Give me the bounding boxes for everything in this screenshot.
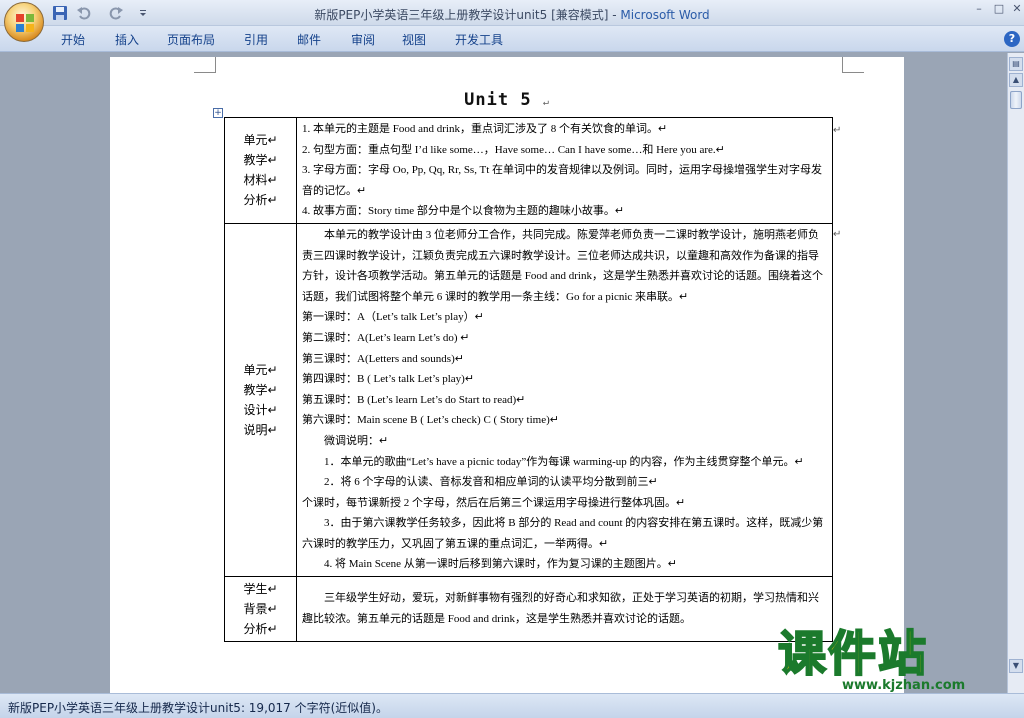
office-logo-icon [16, 14, 34, 32]
label-line: 单元↵ [243, 363, 278, 378]
content-line: 第一课时：A（Let’s talk Let’s play）↵ [302, 311, 484, 324]
crop-mark [194, 57, 216, 73]
content-line: 2．将 6 个字母的认读、音标发音和相应单词的认读平均分散到前三↵ [324, 476, 658, 489]
status-text: 新版PEP小学英语三年级上册教学设计unit5: 19,017 个字符(近似值)… [8, 701, 388, 715]
tab-home[interactable]: 开始 [61, 31, 85, 47]
row-label: 学生↵ 背景↵ 分析↵ [224, 576, 297, 643]
tab-insert[interactable]: 插入 [115, 31, 139, 47]
label-line: 分析↵ [243, 622, 278, 637]
tab-view[interactable]: 视图 [402, 31, 426, 47]
content-line: 3．由于第六课教学任务较多，因此将 B 部分的 Read and count 的… [302, 517, 824, 550]
end-of-row-mark: ↵ [833, 229, 842, 240]
scroll-thumb[interactable] [1010, 91, 1022, 109]
document-page[interactable]: Unit 5 ↵ + 单元↵ 教学↵ 材料↵ 分析↵ 1. 本单元的主题是 Fo… [110, 57, 904, 697]
vertical-scrollbar[interactable]: ▤ ▲ ▼ [1007, 53, 1024, 693]
scroll-up-icon[interactable]: ▲ [1009, 73, 1023, 87]
label-line: 单元↵ [243, 133, 278, 148]
content-line: 第三课时：A(Letters and sounds)↵ [302, 352, 464, 365]
label-line: 教学↵ [243, 153, 278, 168]
maximize-button[interactable]: □ [990, 2, 1008, 16]
close-button[interactable]: ✕ [1008, 2, 1024, 16]
office-button[interactable] [4, 2, 44, 42]
crop-mark [842, 57, 864, 73]
content-line: 第二课时：A(Let’s learn Let’s do) ↵ [302, 331, 470, 344]
content-line: 第四课时：B ( Let’s talk Let’s play)↵ [302, 373, 475, 386]
watermark-logo: 课件站 [777, 625, 929, 683]
help-icon[interactable]: ? [1004, 31, 1020, 47]
content-line: 3. 字母方面：字母 Oo, Pp, Qq, Rr, Ss, Tt 在单词中的发… [302, 164, 823, 197]
ribbon-tabs: 开始 插入 页面布局 引用 邮件 审阅 视图 开发工具 ? [0, 26, 1024, 52]
row-content[interactable]: 本单元的教学设计由 3 位老师分工合作，共同完成。陈爱萍老师负责一二课时教学设计… [296, 222, 833, 578]
status-bar: 新版PEP小学英语三年级上册教学设计unit5: 19,017 个字符(近似值)… [0, 693, 1024, 718]
heading-text: Unit 5 [464, 90, 532, 110]
end-of-row-mark: ↵ [833, 125, 842, 136]
content-line: 微调说明：↵ [324, 434, 389, 447]
app-name: Microsoft Word [620, 8, 710, 22]
document-heading: Unit 5 ↵ [110, 90, 904, 110]
label-line: 背景↵ [243, 602, 278, 617]
content-line: 1．本单元的歌曲“Let’s have a picnic today”作为每课 … [324, 455, 804, 468]
label-line: 设计↵ [243, 403, 278, 418]
title-bar: 新版PEP小学英语三年级上册教学设计unit5 [兼容模式] - Microso… [0, 0, 1024, 42]
content-line: 三年级学生好动，爱玩，对新鲜事物有强烈的好奇心和求知欲，正处于学习英语的初期，学… [302, 592, 819, 626]
label-line: 分析↵ [243, 193, 278, 208]
table-row: 学生↵ 背景↵ 分析↵ 三年级学生好动，爱玩，对新鲜事物有强烈的好奇心和求知欲，… [224, 576, 833, 643]
tab-mailings[interactable]: 邮件 [297, 31, 321, 47]
document-workspace: Unit 5 ↵ + 单元↵ 教学↵ 材料↵ 分析↵ 1. 本单元的主题是 Fo… [0, 53, 1007, 697]
table-move-handle[interactable]: + [213, 108, 223, 118]
content-line: 4. 将 Main Scene 从第一课时后移到第六课时，作为复习课的主题图片。… [324, 558, 677, 571]
content-line: 第五课时：B (Let’s learn Let’s do Start to re… [302, 393, 526, 406]
tab-page-layout[interactable]: 页面布局 [167, 31, 215, 47]
label-line: 材料↵ [243, 173, 278, 188]
row-label: 单元↵ 教学↵ 设计↵ 说明↵ [224, 222, 297, 578]
row-content[interactable]: 三年级学生好动，爱玩，对新鲜事物有强烈的好奇心和求知欲，正处于学习英语的初期，学… [296, 576, 833, 643]
content-line: 4. 故事方面：Story time 部分中是个以食物为主题的趣味小故事。↵ [302, 205, 625, 218]
watermark-url: www.kjzhan.com [842, 678, 966, 693]
row-label: 单元↵ 教学↵ 材料↵ 分析↵ [224, 117, 297, 224]
tab-references[interactable]: 引用 [244, 31, 268, 47]
row-content[interactable]: 1. 本单元的主题是 Food and drink，重点词汇涉及了 8 个有关饮… [296, 117, 833, 224]
content-line: 第六课时：Main scene B ( Let’s check) C ( Sto… [302, 414, 559, 427]
tab-review[interactable]: 审阅 [351, 31, 375, 47]
label-line: 教学↵ [243, 383, 278, 398]
table-row: 单元↵ 教学↵ 设计↵ 说明↵ 本单元的教学设计由 3 位老师分工合作，共同完成… [224, 222, 833, 578]
minimize-button[interactable]: – [970, 2, 988, 16]
label-line: 学生↵ [243, 582, 278, 597]
content-line: 1. 本单元的主题是 Food and drink，重点词汇涉及了 8 个有关饮… [302, 123, 668, 135]
document-name: 新版PEP小学英语三年级上册教学设计unit5 [兼容模式] - [314, 8, 621, 22]
lesson-plan-table: 单元↵ 教学↵ 材料↵ 分析↵ 1. 本单元的主题是 Food and drin… [224, 117, 833, 643]
tab-developer[interactable]: 开发工具 [455, 31, 503, 47]
label-line: 说明↵ [243, 423, 278, 438]
scroll-down-icon[interactable]: ▼ [1009, 659, 1023, 673]
content-line: 2. 句型方面：重点句型 I’d like some…，Have some… C… [302, 143, 725, 156]
table-row: 单元↵ 教学↵ 材料↵ 分析↵ 1. 本单元的主题是 Food and drin… [224, 117, 833, 224]
ruler-toggle-icon[interactable]: ▤ [1009, 57, 1023, 71]
paragraph-mark: ↵ [542, 97, 550, 108]
window-title: 新版PEP小学英语三年级上册教学设计unit5 [兼容模式] - Microso… [0, 6, 1024, 23]
content-line: 个课时，每节课新授 2 个字母，然后在后第三个课运用字母操进行整体巩固。↵ [302, 496, 686, 509]
content-line: 本单元的教学设计由 3 位老师分工合作，共同完成。陈爱萍老师负责一二课时教学设计… [302, 228, 823, 303]
